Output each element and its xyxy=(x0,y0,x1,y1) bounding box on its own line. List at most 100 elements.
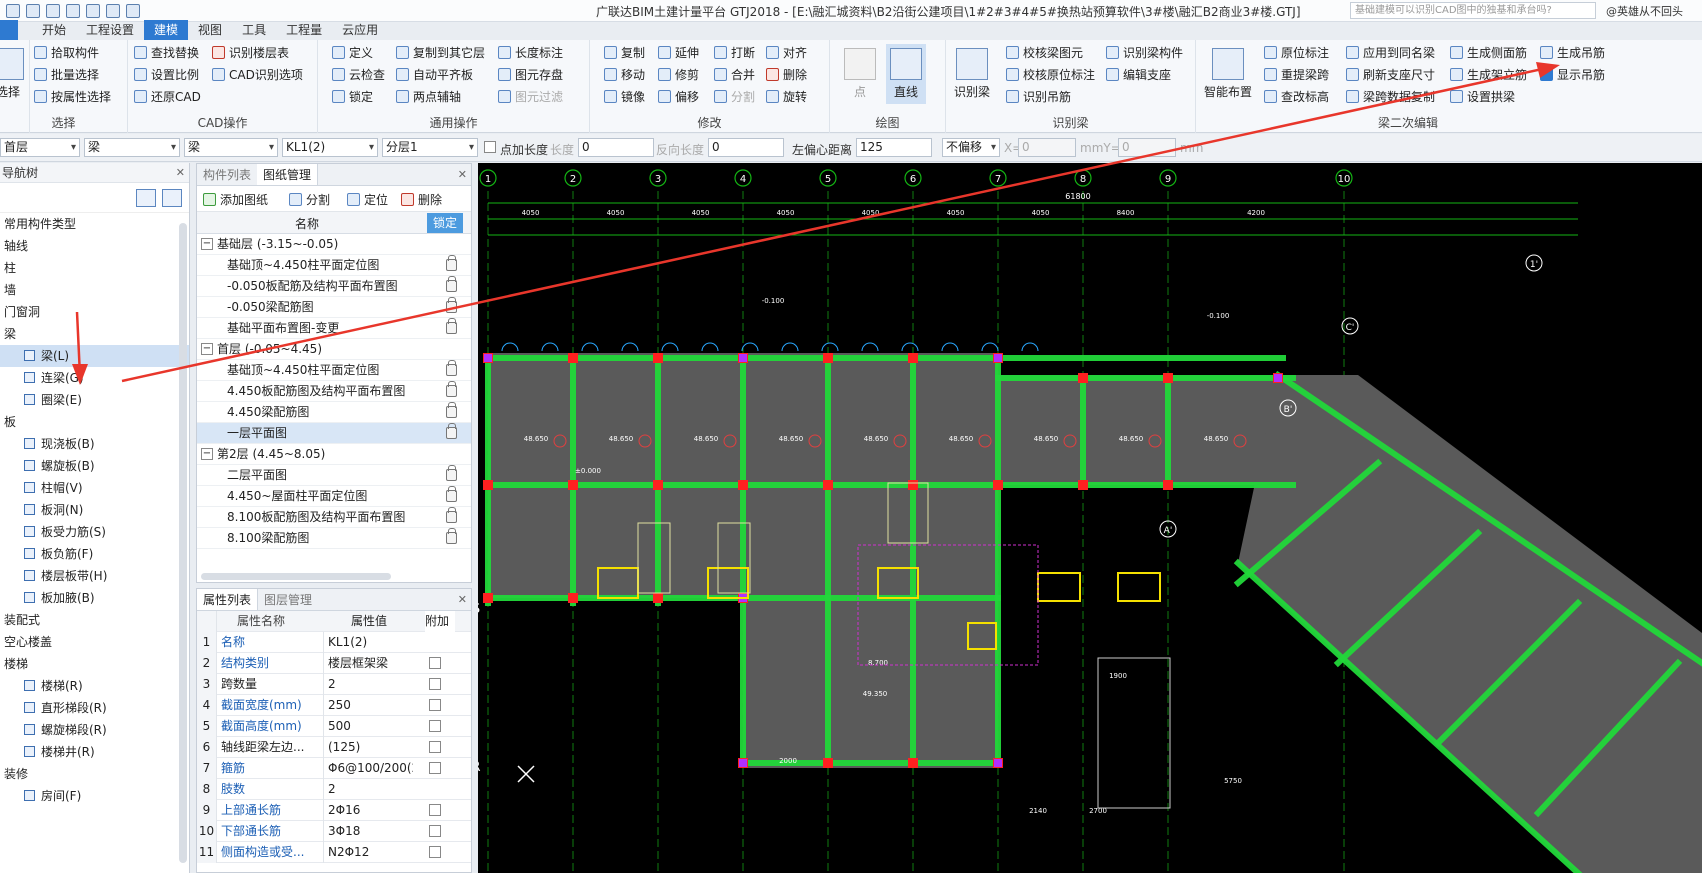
tab-drawing-manager[interactable]: 图纸管理 xyxy=(257,164,319,185)
select-button[interactable]: 选择 xyxy=(0,48,24,100)
property-value[interactable]: 3Φ18 xyxy=(323,821,413,842)
show-hanger-checkbox[interactable]: 显示吊筋 xyxy=(1540,65,1605,83)
point-button[interactable]: 点 xyxy=(844,48,876,100)
rotate-button[interactable]: 旋转 xyxy=(766,87,807,105)
cad-drawing[interactable]: 1 2 3 4 5 6 7 8 9 10 61800 4050 4050 4050 4050 4050 4050… xyxy=(478,163,1702,873)
drawing-row[interactable]: 4.450板配筋图及结构平面布置图 xyxy=(197,381,471,402)
x-input[interactable]: 0 xyxy=(1018,138,1076,157)
add-length-checkbox[interactable] xyxy=(484,141,496,153)
smart-layout-button[interactable]: 智能布置 xyxy=(1204,48,1252,100)
property-value[interactable]: 250 xyxy=(323,695,413,716)
tab-modeling[interactable]: 建模 xyxy=(144,20,189,40)
set-scale-button[interactable]: 设置比例 xyxy=(134,65,199,83)
property-add-checkbox[interactable] xyxy=(429,699,441,711)
subtype-select[interactable]: 梁 xyxy=(184,138,278,157)
nav-item[interactable]: 螺旋板(B) xyxy=(0,455,189,477)
drawing-row[interactable]: -0.050板配筋及结构平面布置图 xyxy=(197,276,471,297)
lock-icon[interactable] xyxy=(446,486,457,502)
property-value[interactable]: 2 xyxy=(323,779,413,800)
tab-project-settings[interactable]: 工程设置 xyxy=(76,20,144,40)
property-row[interactable]: 11 侧面构造或受... N2Φ12 xyxy=(197,842,471,863)
add-drawing-button[interactable]: 添加图纸 xyxy=(203,190,268,208)
property-add-checkbox[interactable] xyxy=(429,678,441,690)
lock-icon[interactable] xyxy=(446,255,457,271)
tab-cloud[interactable]: 云应用 xyxy=(332,20,388,40)
property-add-checkbox[interactable] xyxy=(429,825,441,837)
drawing-row[interactable]: -0.050梁配筋图 xyxy=(197,297,471,318)
property-value[interactable]: (125) xyxy=(323,737,413,758)
lock-icon[interactable] xyxy=(446,276,457,292)
sum-icon[interactable] xyxy=(126,3,140,18)
recognize-hanger-button[interactable]: 识别吊筋 xyxy=(1006,87,1071,105)
nav-category[interactable]: 楼梯 xyxy=(0,653,189,675)
drawing-row[interactable]: 4.450~屋面柱平面定位图 xyxy=(197,486,471,507)
copy-span-data-button[interactable]: 梁跨数据复制 xyxy=(1346,87,1435,105)
nav-item[interactable]: 楼层板带(H) xyxy=(0,565,189,587)
nav-category[interactable]: 空心楼盖 xyxy=(0,631,189,653)
property-row[interactable]: 1 名称 KL1(2) xyxy=(197,632,471,653)
open-file-icon[interactable] xyxy=(46,3,60,18)
property-add-checkbox[interactable] xyxy=(429,720,441,732)
lock-icon[interactable] xyxy=(446,423,457,439)
property-value[interactable]: 2Φ16 xyxy=(323,800,413,821)
drawing-row[interactable]: 二层平面图 xyxy=(197,465,471,486)
tab-quantities[interactable]: 工程量 xyxy=(276,20,332,40)
property-row[interactable]: 6 轴线距梁左边... (125) xyxy=(197,737,471,758)
merge-button[interactable]: 合并 xyxy=(714,65,755,83)
cad-options-button[interactable]: CAD识别选项 xyxy=(212,65,303,83)
align-button[interactable]: 对齐 xyxy=(766,43,807,61)
edit-support-button[interactable]: 编辑支座 xyxy=(1106,65,1171,83)
nav-category[interactable]: 板 xyxy=(0,411,189,433)
generate-side-rebar-button[interactable]: 生成侧面筋 xyxy=(1450,43,1527,61)
grid-view-icon[interactable] xyxy=(162,189,182,207)
nav-item[interactable]: 现浇板(B) xyxy=(0,433,189,455)
tab-view[interactable]: 视图 xyxy=(188,20,232,40)
split-button[interactable]: 分割 xyxy=(714,87,755,105)
nav-item[interactable]: 板洞(N) xyxy=(0,499,189,521)
nav-item[interactable]: 圈梁(E) xyxy=(0,389,189,411)
property-add-checkbox[interactable] xyxy=(429,741,441,753)
property-value[interactable]: KL1(2) xyxy=(323,632,413,653)
save-element-button[interactable]: 图元存盘 xyxy=(498,65,563,83)
property-value[interactable]: 500 xyxy=(323,716,413,737)
property-row[interactable]: 9 上部通长筋 2Φ16 xyxy=(197,800,471,821)
move-button[interactable]: 移动 xyxy=(604,65,645,83)
recognize-floor-table-button[interactable]: 识别楼层表 xyxy=(212,43,289,61)
redo-icon[interactable] xyxy=(106,3,120,18)
length-input[interactable]: 0 xyxy=(578,138,654,157)
nav-scrollbar[interactable] xyxy=(179,223,187,863)
length-dim-button[interactable]: 长度标注 xyxy=(498,43,563,61)
component-select[interactable]: KL1(2) xyxy=(282,138,378,157)
reverse-length-input[interactable]: 0 xyxy=(708,138,784,157)
split-drawing-button[interactable]: 分割 xyxy=(289,190,330,208)
y-input[interactable]: 0 xyxy=(1118,138,1176,157)
nav-category[interactable]: 装配式 xyxy=(0,609,189,631)
property-value[interactable]: 2 xyxy=(323,674,413,695)
delete-drawing-button[interactable]: 删除 xyxy=(401,190,442,208)
nav-item[interactable]: 楼梯(R) xyxy=(0,675,189,697)
property-value[interactable]: N2Φ12 xyxy=(323,842,413,863)
close-icon[interactable]: ✕ xyxy=(458,168,467,181)
nav-category[interactable]: 柱 xyxy=(0,257,189,279)
nav-category[interactable]: 墙 xyxy=(0,279,189,301)
app-logo-icon[interactable] xyxy=(6,3,20,18)
lock-icon[interactable] xyxy=(446,360,457,376)
drawing-row[interactable]: 4.450梁配筋图 xyxy=(197,402,471,423)
mirror-button[interactable]: 镜像 xyxy=(604,87,645,105)
lock-icon[interactable] xyxy=(446,402,457,418)
drawing-row[interactable]: 8.100板配筋图及结构平面布置图 xyxy=(197,507,471,528)
property-value[interactable]: 楼层框架梁 xyxy=(323,653,413,674)
user-name[interactable]: @英雄从不回头 xyxy=(1606,3,1683,19)
nav-item[interactable]: 柱帽(V) xyxy=(0,477,189,499)
auto-align-slab-button[interactable]: 自动平齐板 xyxy=(396,65,473,83)
no-offset-select[interactable]: 不偏移 xyxy=(942,138,1000,157)
delete-button[interactable]: 删除 xyxy=(766,65,807,83)
nav-item[interactable]: 梁(L) xyxy=(0,345,189,367)
drawing-canvas[interactable]: 1 2 3 4 5 6 7 8 9 10 61800 4050 4050 4050 4050 4050 4050… xyxy=(478,163,1702,873)
refresh-support-button[interactable]: 刷新支座尺寸 xyxy=(1346,65,1435,83)
property-row[interactable]: 7 箍筋 Φ6@100/200(2) xyxy=(197,758,471,779)
trim-button[interactable]: 修剪 xyxy=(658,65,699,83)
locate-drawing-button[interactable]: 定位 xyxy=(347,190,388,208)
nav-item[interactable]: 板加腋(B) xyxy=(0,587,189,609)
apply-same-name-button[interactable]: 应用到同名梁 xyxy=(1346,43,1435,61)
